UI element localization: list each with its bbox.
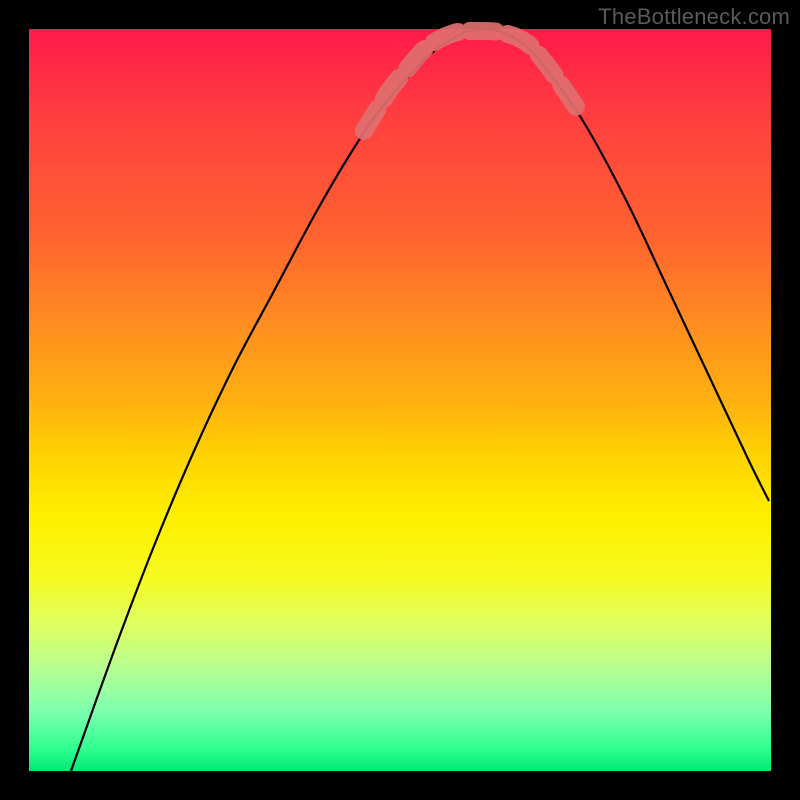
highlighted-points (364, 31, 582, 131)
bottleneck-curve (71, 29, 769, 771)
highlighted-points-path (364, 31, 582, 131)
bottleneck-curve-path (71, 29, 769, 771)
watermark-text: TheBottleneck.com (598, 4, 790, 30)
chart-frame: TheBottleneck.com (0, 0, 800, 800)
chart-svg (29, 29, 771, 771)
